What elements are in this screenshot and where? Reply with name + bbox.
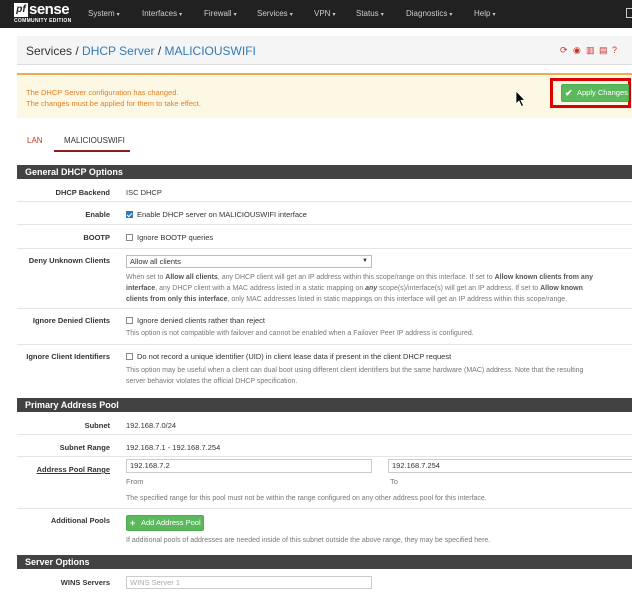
row-divider (17, 434, 632, 435)
row-divider (17, 508, 632, 509)
bootp-option: Ignore BOOTP queries (126, 233, 213, 242)
ignore-ids-text: Do not record a unique identifier (UID) … (137, 352, 452, 361)
ignore-denied-text: Ignore denied clients rather than reject (137, 316, 265, 325)
header-icons: ⟳ ◉ ▥ ▤ ? (560, 45, 630, 57)
subnet-range-value: 192.168.7.1 - 192.168.7.254 (126, 443, 221, 452)
additional-pools-label: Additional Pools (50, 516, 110, 525)
mouse-cursor-icon (515, 90, 526, 108)
menu-firewall[interactable]: Firewall ▾ (204, 9, 237, 18)
pool-to-label: To (390, 477, 398, 486)
breadcrumb-dhcp-server[interactable]: DHCP Server (82, 44, 154, 58)
bootp-text: Ignore BOOTP queries (137, 233, 214, 242)
ignore-ids-help: This option may be useful when a client … (126, 367, 584, 385)
config-changed-alert: The DHCP Server configuration has change… (17, 73, 632, 118)
wins-servers-label: WINS Servers (60, 578, 110, 587)
section-server-options: Server Options (17, 555, 632, 569)
tab-lan[interactable]: LAN (27, 136, 43, 145)
row-divider (17, 456, 632, 457)
ignore-denied-help: This option is not compatible with failo… (126, 330, 474, 337)
active-tab-underline (54, 150, 130, 152)
breadcrumb-separator: / (75, 44, 79, 58)
breadcrumb-root: Services (26, 44, 73, 58)
subnet-value: 192.168.7.0/24 (126, 421, 177, 430)
ignore-ids-option: Do not record a unique identifier (UID) … (126, 352, 451, 361)
row-divider (17, 308, 632, 309)
breadcrumb-separator: / (157, 44, 162, 58)
menu-diagnostics[interactable]: Diagnostics ▾ (406, 9, 452, 18)
row-divider (17, 224, 632, 225)
graph-icon[interactable]: ▥ (586, 45, 596, 55)
menu-interfaces[interactable]: Interfaces ▾ (142, 9, 182, 18)
breadcrumb: Services / DHCP Server / MALICIOUSWIFI (26, 44, 256, 58)
logo-mark: pf (14, 3, 28, 17)
pool-to-input[interactable]: 192.168.7.254 (388, 459, 632, 473)
dhcp-backend-label: DHCP Backend (55, 188, 110, 197)
pool-from-label: From (126, 477, 144, 486)
tab-maliciouswifi[interactable]: MALICIOUSWIFI (64, 136, 125, 145)
menu-vpn[interactable]: VPN ▾ (314, 9, 335, 18)
menu-system[interactable]: System ▾ (88, 9, 120, 18)
alert-line-2: The changes must be applied for them to … (26, 99, 201, 108)
deny-unknown-clients-select[interactable]: Allow all clients ▼ (126, 255, 372, 268)
bootp-label: BOOTP (83, 233, 110, 242)
section-general-dhcp-options: General DHCP Options (17, 165, 632, 179)
pfsense-logo[interactable]: pf sense COMMUNITY EDITION (14, 1, 74, 25)
dhcp-backend-value: ISC DHCP (126, 188, 162, 197)
enable-text: Enable DHCP server on MALICIOUSWIFI inte… (137, 210, 307, 219)
stop-service-icon[interactable]: ◉ (573, 45, 583, 55)
address-pool-range-label[interactable]: Address Pool Range (17, 465, 110, 474)
top-navbar: pf sense COMMUNITY EDITION System ▾ Inter… (0, 0, 632, 28)
ignore-denied-checkbox[interactable] (126, 317, 133, 324)
additional-pools-help: If additional pools of addresses are nee… (126, 537, 491, 544)
add-address-pool-label: Add Address Pool (141, 518, 201, 527)
bootp-checkbox[interactable] (126, 234, 133, 241)
menu-status[interactable]: Status ▾ (356, 9, 384, 18)
restart-service-icon[interactable]: ⟳ (560, 45, 570, 55)
enable-label: Enable (85, 210, 110, 219)
deny-unknown-clients-label: Deny Unknown Clients (28, 256, 110, 265)
ignore-client-identifiers-label: Ignore Client Identifiers (26, 352, 110, 361)
row-divider (17, 344, 632, 345)
alert-line-1: The DHCP Server configuration has change… (26, 88, 179, 97)
enable-option: Enable DHCP server on MALICIOUSWIFI inte… (126, 210, 307, 219)
menu-help[interactable]: Help ▾ (474, 9, 495, 18)
add-address-pool-button[interactable]: + Add Address Pool (126, 515, 204, 531)
ignore-ids-checkbox[interactable] (126, 353, 133, 360)
subnet-range-label: Subnet Range (59, 443, 110, 452)
row-divider (17, 248, 632, 249)
subnet-label: Subnet (84, 421, 110, 430)
ignore-denied-clients-label: Ignore Denied Clients (32, 316, 110, 325)
logs-icon[interactable]: ▤ (599, 45, 609, 55)
ignore-denied-option: Ignore denied clients rather than reject (126, 316, 265, 325)
pool-range-help: The specified range for this pool must n… (126, 495, 487, 502)
page-header: Services / DHCP Server / MALICIOUSWIFI ⟳… (17, 36, 632, 65)
enable-checkbox[interactable] (126, 211, 133, 218)
logo-subtitle: COMMUNITY EDITION (14, 18, 72, 24)
pool-from-input[interactable]: 192.168.7.2 (126, 459, 372, 473)
check-icon: ✔ (565, 88, 573, 98)
plus-icon: + (130, 518, 136, 528)
logout-icon[interactable] (626, 8, 632, 18)
chevron-down-icon: ▼ (362, 258, 368, 264)
breadcrumb-page[interactable]: MALICIOUSWIFI (165, 44, 256, 58)
menu-services[interactable]: Services ▾ (257, 9, 293, 18)
deny-select-value: Allow all clients (130, 257, 181, 266)
row-divider (17, 201, 632, 202)
wins-server-1-input[interactable]: WINS Server 1 (126, 576, 372, 589)
deny-unknown-clients-help: When set to Allow all clients, any DHCP … (126, 274, 593, 303)
apply-changes-label: Apply Changes (577, 88, 628, 97)
apply-changes-button[interactable]: ✔ Apply Changes (561, 84, 629, 102)
section-primary-address-pool: Primary Address Pool (17, 398, 632, 412)
logo-word: sense (29, 1, 70, 18)
help-icon[interactable]: ? (612, 45, 622, 55)
